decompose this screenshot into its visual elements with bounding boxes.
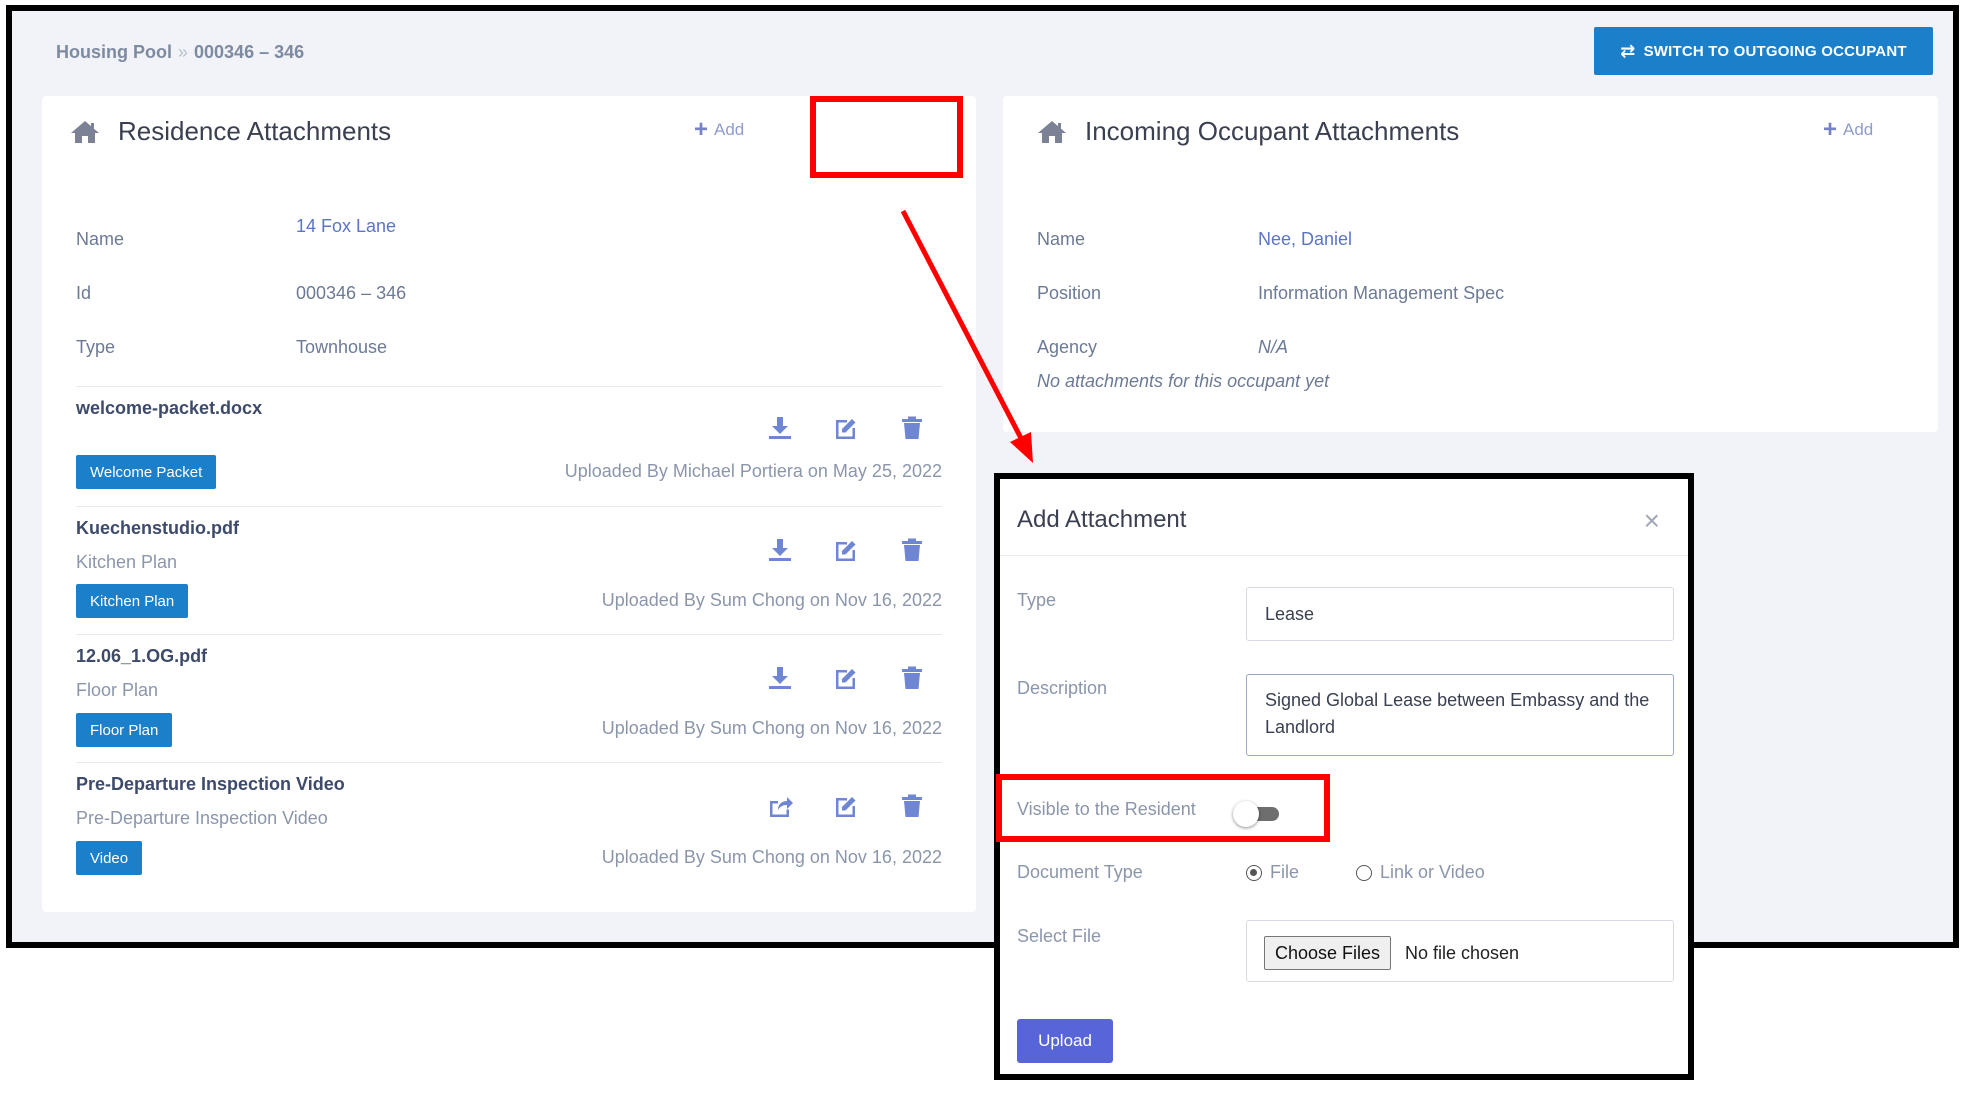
occupant-position-value: Information Management Spec [1258,283,1505,303]
upload-info: Uploaded By Sum Chong on Nov 16, 2022 [601,590,942,610]
type-field-value: Lease [1265,603,1315,624]
empty-attachments-message: No attachments for this occupant yet [1037,371,1330,391]
trash-icon[interactable] [899,665,925,691]
annotation-highlight-add [810,96,963,178]
residence-type-label: Type [76,337,116,357]
residence-name-value[interactable]: 14 Fox Lane [296,216,396,237]
occupant-card-header: Incoming Occupant Attachments [1037,116,1459,147]
no-file-chosen-text: No file chosen [1405,943,1520,963]
occupant-agency-value: N/A [1258,337,1289,357]
attachment-file-name[interactable]: 12.06_1.OG.pdf [76,646,207,667]
occupant-name-label: Name [1037,229,1086,249]
radio-unchecked-icon [1356,864,1372,881]
home-icon [71,120,99,143]
residence-id-value: 000346 – 346 [296,283,407,303]
switch-button-label: SWITCH TO OUTGOING OCCUPANT [1643,42,1907,60]
edit-icon[interactable] [833,665,859,691]
edit-icon[interactable] [833,537,859,563]
home-icon [1038,120,1066,143]
plus-icon: + [1823,116,1838,143]
tag-button[interactable]: Video [76,841,143,875]
swap-icon: ⇄ [1620,40,1636,61]
modal-divider [1000,555,1688,556]
select-file-label: Select File [1017,926,1102,946]
occupant-agency-label: Agency [1037,337,1098,357]
occupant-position-label: Position [1037,283,1102,303]
residence-card-header: Residence Attachments [70,116,391,147]
occupant-add-button[interactable]: + Add [1823,116,1873,144]
document-type-link-radio[interactable]: Link or Video [1356,862,1485,883]
edit-icon[interactable] [833,793,859,819]
breadcrumb-separator: » [178,42,189,62]
upload-button[interactable]: Upload [1017,1019,1113,1063]
document-type-label: Document Type [1017,862,1143,882]
attachment-description: Floor Plan [76,680,159,700]
modal-title: Add Attachment [1017,506,1187,533]
share-icon[interactable] [767,793,793,819]
breadcrumb: Housing Pool » 000346 – 346 [56,42,304,63]
download-icon[interactable] [767,415,793,441]
tag-button[interactable]: Floor Plan [76,713,173,747]
attachment-file-name[interactable]: Pre-Departure Inspection Video [76,774,345,795]
attachment-description: Kitchen Plan [76,552,178,572]
annotation-highlight-visible-toggle [996,774,1330,842]
divider [76,634,942,635]
tag-button[interactable]: Welcome Packet [76,455,217,489]
residence-name-label: Name [76,229,125,249]
occupant-name-value[interactable]: Nee, Daniel [1258,229,1352,250]
tag-button[interactable]: Kitchen Plan [76,584,189,618]
occupant-card-title: Incoming Occupant Attachments [1085,116,1460,146]
residence-add-label: Add [714,120,745,139]
choose-files-button[interactable]: Choose Files [1264,936,1392,970]
description-label: Description [1017,678,1108,698]
attachment-file-name[interactable]: welcome-packet.docx [76,398,262,419]
download-icon[interactable] [767,537,793,563]
radio-file-label: File [1270,862,1300,882]
plus-icon: + [694,116,709,143]
trash-icon[interactable] [899,415,925,441]
divider [76,386,942,387]
trash-icon[interactable] [899,793,925,819]
document-type-file-radio[interactable]: File [1246,862,1299,883]
divider [76,762,942,763]
attachment-description: Pre-Departure Inspection Video [76,808,328,828]
type-label: Type [1017,590,1057,610]
breadcrumb-current: 000346 – 346 [194,42,305,62]
radio-link-label: Link or Video [1380,862,1485,882]
download-icon[interactable] [767,665,793,691]
type-field[interactable]: Lease [1246,587,1674,641]
upload-info: Uploaded By Michael Portiera on May 25, … [564,461,942,481]
residence-id-label: Id [76,283,92,303]
residence-attachments-card: Residence Attachments + Add Name 14 Fox … [42,96,976,912]
breadcrumb-root[interactable]: Housing Pool [56,42,172,62]
description-field[interactable]: Signed Global Lease between Embassy and … [1246,674,1674,756]
residence-add-button[interactable]: + Add [694,116,744,144]
switch-to-outgoing-occupant-button[interactable]: ⇄ SWITCH TO OUTGOING OCCUPANT [1594,27,1933,75]
description-field-value: Signed Global Lease between Embassy and … [1265,690,1650,737]
close-icon[interactable]: × [1644,507,1660,535]
radio-checked-icon [1246,864,1262,881]
occupant-add-label: Add [1843,120,1874,139]
divider [76,506,942,507]
trash-icon[interactable] [899,537,925,563]
residence-card-title: Residence Attachments [118,116,392,146]
residence-type-value: Townhouse [296,337,388,357]
edit-icon[interactable] [833,415,859,441]
attachment-file-name[interactable]: Kuechenstudio.pdf [76,518,239,539]
upload-info: Uploaded By Sum Chong on Nov 16, 2022 [601,718,942,738]
incoming-occupant-attachments-card: Incoming Occupant Attachments + Add Name… [1003,96,1938,432]
upload-info: Uploaded By Sum Chong on Nov 16, 2022 [601,847,942,867]
